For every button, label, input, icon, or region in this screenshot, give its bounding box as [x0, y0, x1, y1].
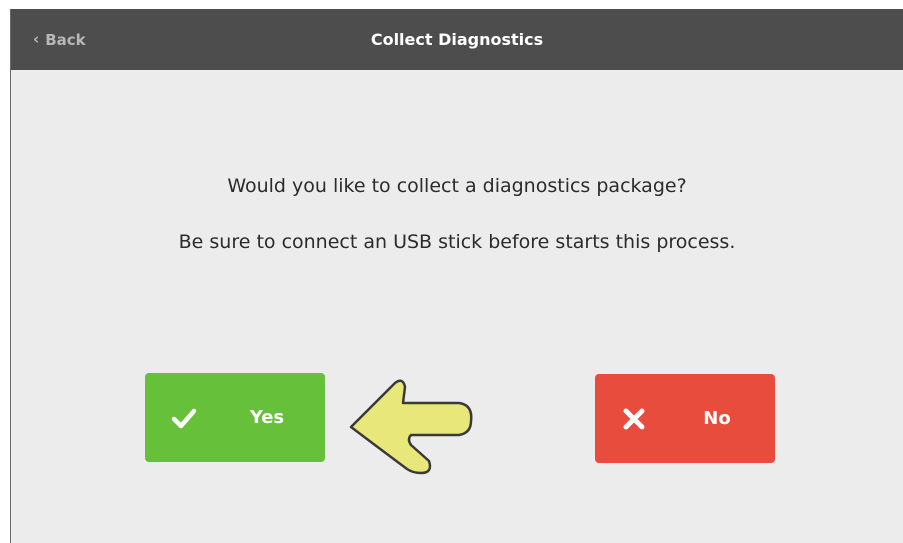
no-label: No: [703, 408, 731, 429]
arrow-left-icon: [349, 379, 473, 475]
title-bar: ‹ Back Collect Diagnostics: [11, 9, 903, 70]
dialog-note: Be sure to connect an USB stick before s…: [178, 231, 736, 253]
diagnostics-screen: ‹ Back Collect Diagnostics Would you lik…: [10, 9, 903, 543]
back-label: Back: [45, 30, 86, 49]
yes-button[interactable]: Yes: [145, 373, 325, 462]
page-title: Collect Diagnostics: [370, 30, 544, 49]
no-button[interactable]: No: [595, 374, 775, 463]
back-button[interactable]: ‹ Back: [33, 9, 86, 70]
yes-label: Yes: [249, 407, 285, 428]
chevron-left-icon: ‹: [33, 30, 40, 48]
dialog-question: Would you like to collect a diagnostics …: [227, 175, 687, 197]
